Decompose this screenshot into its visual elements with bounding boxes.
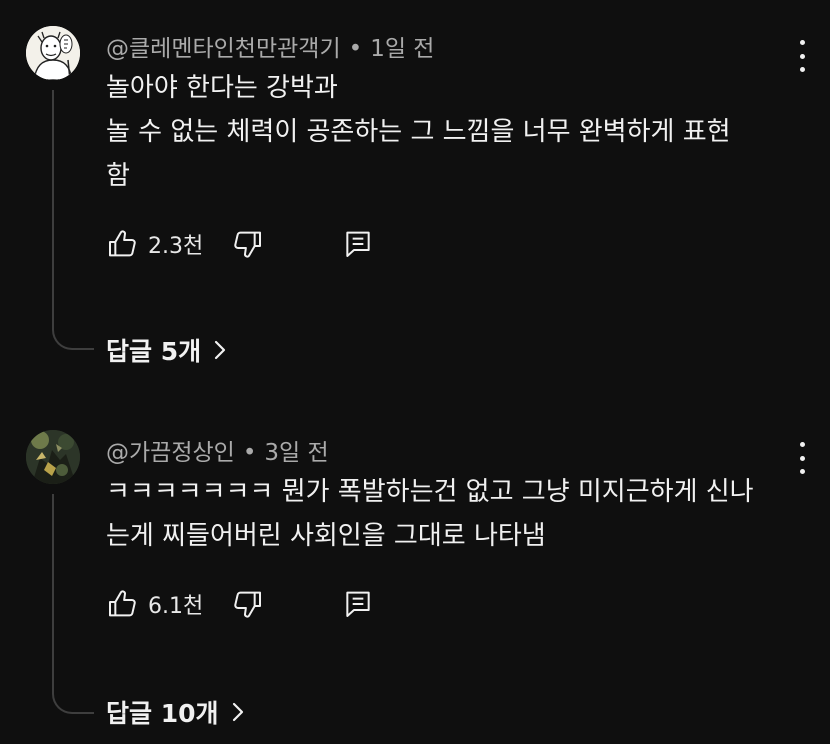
avatar-image	[26, 26, 80, 80]
like-button[interactable]: 6.1천	[106, 586, 203, 622]
thumbs-up-icon	[109, 590, 136, 617]
comment: @클레멘타인천만관객기 • 1일 전 놀아야 한다는 강박과 놀 수 없는 체력이 …	[0, 0, 830, 390]
thread-line	[52, 90, 94, 350]
view-replies-button[interactable]: 답글 10개	[106, 694, 245, 730]
comment: @가끔정상인 • 3일 전 ㅋㅋㅋㅋㅋㅋㅋ 뭔가 폭발하는건 없고 그냥 미지근하게…	[0, 390, 830, 744]
comment-meta: @클레멘타인천만관객기 • 1일 전	[106, 29, 434, 63]
comment-reply-icon	[346, 591, 370, 617]
chevron-right-icon	[213, 339, 227, 361]
avatar-image	[26, 430, 80, 484]
timestamp[interactable]: 3일 전	[264, 440, 328, 466]
avatar[interactable]	[26, 26, 80, 80]
thumbs-down-icon	[234, 231, 261, 258]
meta-separator: •	[242, 440, 257, 466]
comment-line: 는게 찌들어버린 사회인을 그대로 나타냄	[106, 521, 546, 551]
comment-text: 놀아야 한다는 강박과 놀 수 없는 체력이 공존하는 그 느낌을 너무 완벽하…	[106, 66, 806, 198]
view-replies-button[interactable]: 답글 5개	[106, 332, 227, 368]
thread-line	[52, 494, 94, 714]
comment-actions: 2.3천	[106, 226, 406, 262]
meta-separator: •	[348, 36, 363, 62]
replies-count: 답글 10개	[106, 699, 219, 728]
comment-line: 놀 수 없는 체력이 공존하는 그 느낌을 너무 완벽하게 표현	[106, 117, 731, 147]
like-button[interactable]: 2.3천	[106, 226, 203, 262]
comment-line: ㅋㅋㅋㅋㅋㅋㅋ 뭔가 폭발하는건 없고 그냥 미지근하게 신나	[106, 477, 754, 507]
author-name[interactable]: @가끔정상인	[106, 440, 235, 466]
comment-line: 함	[106, 161, 130, 191]
like-count: 2.3천	[148, 234, 204, 259]
like-count: 6.1천	[148, 594, 204, 619]
comment-text: ㅋㅋㅋㅋㅋㅋㅋ 뭔가 폭발하는건 없고 그냥 미지근하게 신나 는게 찌들어버린…	[106, 470, 806, 558]
comment-meta: @가끔정상인 • 3일 전	[106, 433, 329, 467]
chevron-right-icon	[231, 701, 245, 723]
reply-button[interactable]	[342, 226, 374, 262]
replies-count: 답글 5개	[106, 337, 202, 366]
thumbs-up-icon	[109, 230, 136, 257]
dislike-button[interactable]	[232, 586, 264, 622]
avatar[interactable]	[26, 430, 80, 484]
reply-button[interactable]	[342, 586, 374, 622]
timestamp[interactable]: 1일 전	[370, 36, 434, 62]
comment-reply-icon	[346, 231, 370, 257]
dislike-button[interactable]	[232, 226, 264, 262]
comment-line: 놀아야 한다는 강박과	[106, 73, 338, 103]
thumbs-down-icon	[234, 591, 261, 618]
comment-actions: 6.1천	[106, 586, 406, 622]
author-name[interactable]: @클레멘타인천만관객기	[106, 36, 341, 62]
